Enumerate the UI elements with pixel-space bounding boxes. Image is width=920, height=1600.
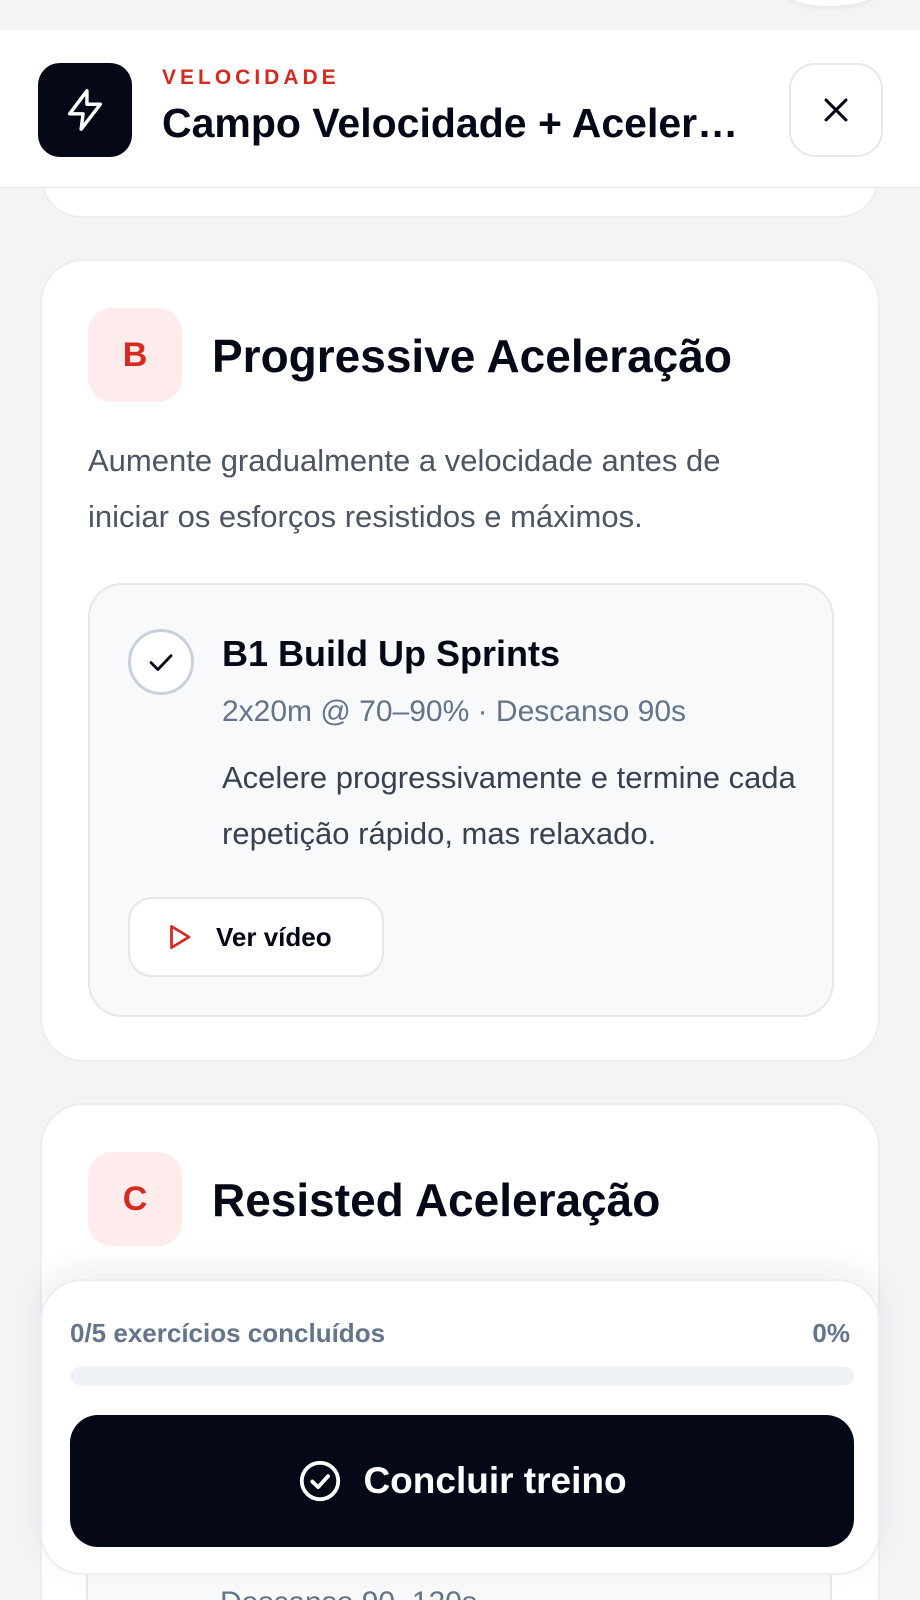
- section-card-b: B Progressive Aceleração Aumente gradual…: [40, 259, 880, 1062]
- section-letter-badge: B: [88, 308, 182, 402]
- workout-title: Campo Velocidade + Aceleração: [162, 100, 742, 146]
- progress-percent: 0%: [812, 1318, 850, 1348]
- exercise-complete-checkbox[interactable]: [128, 629, 194, 695]
- check-circle-icon: [300, 1460, 341, 1502]
- finish-workout-label: Concluir treino: [363, 1460, 627, 1501]
- exercise-meta: Descanso 90–120s: [220, 1586, 477, 1600]
- section-title: Resisted Aceleração: [212, 1174, 661, 1226]
- category-label: VELOCIDADE: [162, 66, 340, 89]
- finish-workout-button[interactable]: Concluir treino: [70, 1415, 854, 1547]
- exercise-meta: 2x20m @ 70–90% · Descanso 90s: [222, 695, 687, 728]
- progress-label: 0/5 exercícios concluídos: [70, 1318, 386, 1348]
- section-letter-badge: C: [88, 1152, 182, 1246]
- progress-bar: [70, 1367, 854, 1385]
- close-button[interactable]: [789, 63, 883, 157]
- exercise-description: Acelere progressivamente e termine cada …: [222, 760, 796, 851]
- play-icon: [170, 925, 191, 949]
- exercise-title: B1 Build Up Sprints: [222, 633, 561, 674]
- exercise-item: B1 Build Up Sprints 2x20m @ 70–90% · Des…: [88, 583, 834, 1017]
- completion-panel: 0/5 exercícios concluídos 0% Concluir tr…: [40, 1279, 880, 1575]
- lightning-icon: [38, 63, 132, 157]
- section-title: Progressive Aceleração: [212, 330, 732, 382]
- close-icon: [824, 98, 848, 122]
- watch-video-button[interactable]: Ver vídeo: [128, 897, 384, 977]
- status-strip: [0, 0, 920, 30]
- check-icon: [149, 654, 173, 671]
- section-description: Aumente gradualmente a velocidade antes …: [88, 443, 721, 534]
- top-pill: [780, 0, 880, 6]
- watch-video-label: Ver vídeo: [216, 921, 332, 952]
- workout-screen: VELOCIDADE Campo Velocidade + Aceleração…: [0, 0, 920, 1600]
- workout-header: VELOCIDADE Campo Velocidade + Aceleração: [0, 30, 920, 188]
